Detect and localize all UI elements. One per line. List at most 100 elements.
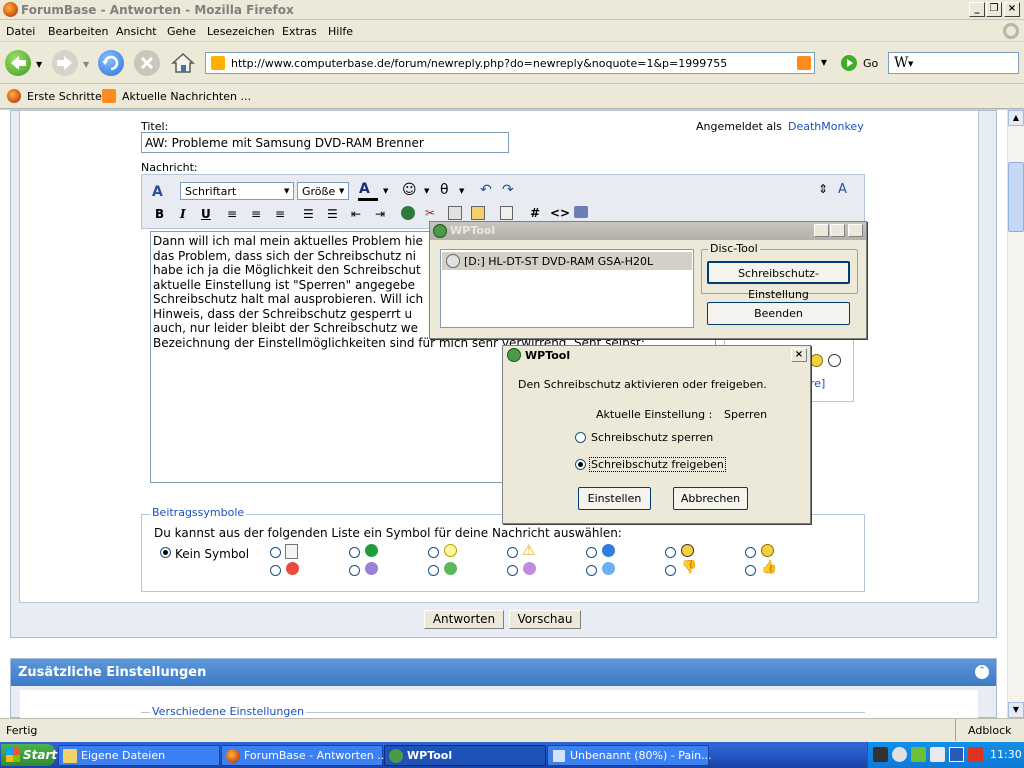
menu-gehe[interactable]: Gehe [167,25,196,38]
insert-link-icon[interactable] [401,206,415,220]
remove-link-icon[interactable]: ✂ [425,206,435,220]
redo-icon[interactable]: ↷ [502,182,514,198]
username-link[interactable]: DeathMonkey [788,120,864,133]
close-button[interactable]: × [1004,2,1020,17]
additional-settings-header[interactable]: Zusätzliche Einstellungen ⌃ [11,659,996,686]
clock[interactable]: 11:30 [990,748,1022,761]
italic-icon[interactable]: I [180,207,186,221]
write-protection-settings-button[interactable]: Schreibschutz-Einstellung [707,261,850,301]
url-history-dropdown[interactable]: ▼ [814,52,833,74]
wptool-close-button[interactable]: × [848,224,863,237]
code-hash-icon[interactable]: # [530,206,540,220]
search-engine-icon[interactable]: W [894,55,908,71]
attachment-dropdown-icon[interactable]: ▼ [459,187,464,195]
task-wptool[interactable]: WPTool [384,745,546,766]
underline-icon[interactable]: U [201,207,211,221]
go-icon[interactable] [841,55,857,71]
restore-button[interactable]: ❐ [986,2,1002,17]
lock-radio[interactable] [575,432,586,443]
task-eigene-dateien[interactable]: Eigene Dateien [58,745,220,766]
attachment-icon[interactable]: θ [440,182,449,198]
align-center-icon[interactable]: ≡ [251,207,261,221]
lock-option-label[interactable]: Schreibschutz sperren [591,431,713,444]
scroll-down-arrow-icon[interactable]: ▼ [1008,702,1024,718]
preview-button[interactable]: Vorschau [509,610,581,629]
switch-editor-icon[interactable]: A [838,182,847,197]
drive-list-item[interactable]: [D:] HL-DT-ST DVD-RAM GSA-H20L [442,252,692,270]
size-select[interactable]: Größe ▼ [297,182,349,200]
align-right-icon[interactable]: ≡ [275,207,285,221]
forward-history-dropdown[interactable]: ▼ [83,60,89,69]
icon-radio[interactable] [428,547,439,558]
font-select[interactable]: Schriftart ▼ [180,182,294,200]
reload-button[interactable] [98,50,124,76]
unlock-option-label[interactable]: Schreibschutz freigeben [589,457,726,472]
task-forumbase[interactable]: ForumBase - Antworten ... [221,745,388,766]
wptool-maximize-button[interactable]: □ [830,224,845,237]
go-button[interactable]: Go [863,57,878,70]
icon-radio[interactable] [507,565,518,576]
menu-datei[interactable]: Datei [6,25,35,38]
unlock-radio[interactable] [575,459,586,470]
insert-email-icon[interactable] [448,206,462,220]
smiley-dropdown-icon[interactable]: ▼ [424,187,429,195]
align-left-icon[interactable]: ≡ [227,207,237,221]
start-button[interactable]: Start [1,744,57,766]
title-input[interactable]: AW: Probleme mit Samsung DVD-RAM Brenner [141,132,509,153]
tray-network-icon[interactable] [911,747,926,762]
quote-icon[interactable] [500,206,513,220]
tray-acrobat-icon[interactable] [968,747,983,762]
php-code-icon[interactable] [574,206,588,218]
scrollbar-thumb[interactable] [1008,162,1024,232]
icon-radio[interactable] [507,547,518,558]
icon-radio[interactable] [428,565,439,576]
unordered-list-icon[interactable]: ☰ [327,207,338,221]
tray-shield-icon[interactable] [873,747,888,762]
smiley-icon[interactable] [810,354,823,367]
shocked-smiley-icon[interactable] [828,354,841,367]
smiley-insert-icon[interactable]: ☺ [402,182,417,198]
resize-editor-icon[interactable]: ⇕ [818,182,828,196]
vertical-scrollbar[interactable]: ▲ ▼ [1007,110,1024,718]
menu-lesezeichen[interactable]: Lesezeichen [207,25,275,38]
bookmark-erste-schritte[interactable]: Erste Schritte [27,90,102,103]
tray-volume-icon[interactable] [930,747,945,762]
remove-formatting-icon[interactable]: A [152,184,168,200]
icon-radio[interactable] [586,565,597,576]
submit-reply-button[interactable]: Antworten [424,610,504,629]
icon-radio[interactable] [586,547,597,558]
cancel-button[interactable]: Abbrechen [673,487,748,510]
icon-radio[interactable] [745,547,756,558]
icon-radio[interactable] [349,547,360,558]
icon-radio[interactable] [270,565,281,576]
task-paint[interactable]: Unbenannt (80%) - Pain... [547,745,712,766]
url-bar[interactable]: http://www.computerbase.de/forum/newrepl… [205,52,833,74]
dialog-close-button[interactable]: × [791,348,807,362]
dialog-titlebar[interactable]: WPTool × [503,346,810,364]
search-engine-dropdown-icon[interactable]: ▼ [908,60,913,68]
rss-feed-icon[interactable] [797,56,811,70]
icon-radio[interactable] [745,565,756,576]
menu-ansicht[interactable]: Ansicht [116,25,157,38]
text-color-dropdown-icon[interactable]: ▼ [383,187,388,195]
undo-icon[interactable]: ↶ [480,182,492,198]
text-color-icon[interactable]: A [359,181,370,197]
icon-radio[interactable] [270,547,281,558]
insert-image-icon[interactable] [471,206,485,220]
bookmark-aktuelle-nachrichten[interactable]: Aktuelle Nachrichten ... [122,90,251,103]
icon-radio[interactable] [665,547,676,558]
forward-button[interactable] [52,50,78,76]
wptool-titlebar[interactable]: WPTool _ □ × [430,222,866,240]
stop-button[interactable] [134,50,160,76]
tray-cd-icon[interactable] [892,747,907,762]
search-box[interactable]: W ▼ [888,52,1019,74]
menu-bearbeiten[interactable]: Bearbeiten [48,25,108,38]
back-history-dropdown[interactable]: ▼ [36,60,42,69]
indent-icon[interactable]: ⇥ [375,207,385,221]
window-titlebar[interactable]: ForumBase - Antworten - Mozilla Firefox … [0,0,1024,20]
home-button[interactable] [170,50,196,76]
wptool-minimize-button[interactable]: _ [814,224,829,237]
minimize-button[interactable]: _ [969,2,985,17]
bold-icon[interactable]: B [155,207,164,221]
apply-button[interactable]: Einstellen [578,487,651,510]
